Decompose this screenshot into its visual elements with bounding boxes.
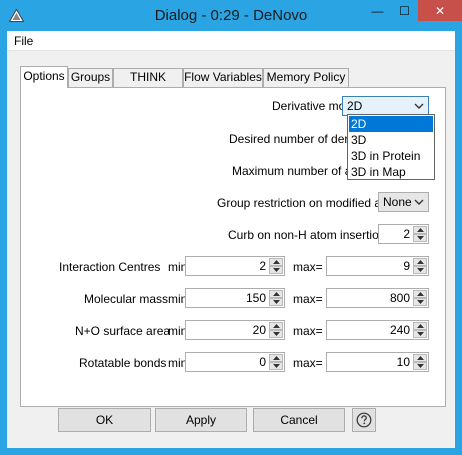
spin-arrows bbox=[269, 290, 283, 306]
derivative-mode-select[interactable]: 2D bbox=[342, 96, 429, 116]
rotatable-bonds-max-spinner[interactable]: 10 bbox=[326, 352, 429, 372]
spin-down-icon[interactable] bbox=[413, 298, 427, 306]
curb-spinner[interactable]: 2 bbox=[378, 224, 429, 244]
help-question-icon bbox=[356, 412, 372, 428]
rotatable-bonds-max-value: 10 bbox=[396, 355, 410, 369]
ok-button[interactable]: OK bbox=[58, 408, 151, 432]
range-label-interaction-centres: Interaction Centres bbox=[59, 260, 161, 274]
rotatable-bonds-min-spinner[interactable]: 0 bbox=[185, 352, 285, 372]
molecular-mass-max-value: 800 bbox=[389, 291, 410, 305]
spin-up-icon[interactable] bbox=[413, 322, 427, 330]
surface-area-min-value: 20 bbox=[252, 323, 266, 337]
range-label-surface-area: N+O surface area bbox=[75, 324, 171, 338]
minimize-button[interactable]: — bbox=[364, 0, 391, 21]
tab-memory-policy[interactable]: Memory Policy bbox=[263, 68, 349, 87]
range-label-molecular-mass: Molecular mass bbox=[84, 292, 169, 306]
rotatable-bonds-min-value: 0 bbox=[259, 355, 266, 369]
interaction-centres-max-spinner[interactable]: 9 bbox=[326, 256, 429, 276]
spin-arrows bbox=[413, 322, 427, 338]
spin-down-icon[interactable] bbox=[269, 266, 283, 274]
spin-up-icon[interactable] bbox=[413, 258, 427, 266]
range-label-rotatable-bonds: Rotatable bonds bbox=[79, 356, 167, 370]
spin-arrows bbox=[413, 290, 427, 306]
maximize-button[interactable]: ☐ bbox=[391, 0, 418, 21]
molecular-mass-max-spinner[interactable]: 800 bbox=[326, 288, 429, 308]
dialog-client-area: File Options Groups THINK setup Flow Var… bbox=[7, 31, 455, 448]
spin-down-icon[interactable] bbox=[413, 266, 427, 274]
spin-up-icon[interactable] bbox=[269, 290, 283, 298]
derivative-mode-dropdown: 2D 3D 3D in Protein 3D in Map bbox=[347, 114, 435, 180]
spin-down-icon[interactable] bbox=[413, 330, 427, 338]
group-restriction-value: None bbox=[383, 195, 412, 209]
spin-arrows bbox=[269, 322, 283, 338]
help-button[interactable] bbox=[352, 408, 376, 432]
surface-area-max-spinner[interactable]: 240 bbox=[326, 320, 429, 340]
curb-value: 2 bbox=[403, 227, 410, 241]
title-bar[interactable]: Dialog - 0:29 - DeNovo — ☐ ✕ bbox=[0, 0, 462, 31]
menu-file[interactable]: File bbox=[14, 34, 33, 48]
spin-up-icon[interactable] bbox=[269, 258, 283, 266]
apply-button[interactable]: Apply bbox=[155, 408, 247, 432]
spin-arrows bbox=[269, 354, 283, 370]
derivative-mode-value: 2D bbox=[347, 99, 363, 113]
spin-arrows bbox=[413, 354, 427, 370]
menu-bar: File bbox=[7, 31, 455, 51]
tab-groups[interactable]: Groups bbox=[68, 68, 113, 87]
max-label: max= bbox=[293, 356, 323, 370]
chevron-down-icon bbox=[414, 199, 424, 205]
interaction-centres-max-value: 9 bbox=[403, 259, 410, 273]
spin-arrows bbox=[413, 258, 427, 274]
chevron-down-icon bbox=[414, 103, 424, 109]
molecular-mass-min-spinner[interactable]: 150 bbox=[185, 288, 285, 308]
tab-flow-variables[interactable]: Flow Variables bbox=[183, 68, 263, 87]
spin-down-icon[interactable] bbox=[413, 234, 427, 242]
dropdown-option-3d-in-map[interactable]: 3D in Map bbox=[349, 164, 433, 180]
max-label: max= bbox=[293, 260, 323, 274]
surface-area-min-spinner[interactable]: 20 bbox=[185, 320, 285, 340]
spin-arrows bbox=[269, 258, 283, 274]
tab-options[interactable]: Options bbox=[20, 66, 68, 88]
molecular-mass-min-value: 150 bbox=[245, 291, 266, 305]
tab-think-setup[interactable]: THINK setup bbox=[113, 68, 183, 101]
spin-down-icon[interactable] bbox=[269, 298, 283, 306]
spin-arrows bbox=[413, 226, 427, 242]
spin-up-icon[interactable] bbox=[269, 354, 283, 362]
dropdown-option-3d[interactable]: 3D bbox=[349, 132, 433, 148]
surface-area-max-value: 240 bbox=[389, 323, 410, 337]
curb-label: Curb on non-H atom insertions bbox=[228, 228, 392, 242]
close-button[interactable]: ✕ bbox=[418, 0, 462, 21]
spin-up-icon[interactable] bbox=[413, 290, 427, 298]
max-label: max= bbox=[293, 292, 323, 306]
cancel-button[interactable]: Cancel bbox=[253, 408, 345, 432]
spin-down-icon[interactable] bbox=[269, 330, 283, 338]
dialog-window: Dialog - 0:29 - DeNovo — ☐ ✕ File Option… bbox=[0, 0, 462, 455]
interaction-centres-min-spinner[interactable]: 2 bbox=[185, 256, 285, 276]
interaction-centres-min-value: 2 bbox=[259, 259, 266, 273]
spin-down-icon[interactable] bbox=[413, 362, 427, 370]
group-restriction-select[interactable]: None bbox=[378, 192, 429, 212]
spin-up-icon[interactable] bbox=[413, 226, 427, 234]
dropdown-option-2d[interactable]: 2D bbox=[349, 116, 433, 132]
max-label: max= bbox=[293, 324, 323, 338]
dropdown-option-3d-in-protein[interactable]: 3D in Protein bbox=[349, 148, 433, 164]
spin-up-icon[interactable] bbox=[413, 354, 427, 362]
spin-up-icon[interactable] bbox=[269, 322, 283, 330]
spin-down-icon[interactable] bbox=[269, 362, 283, 370]
